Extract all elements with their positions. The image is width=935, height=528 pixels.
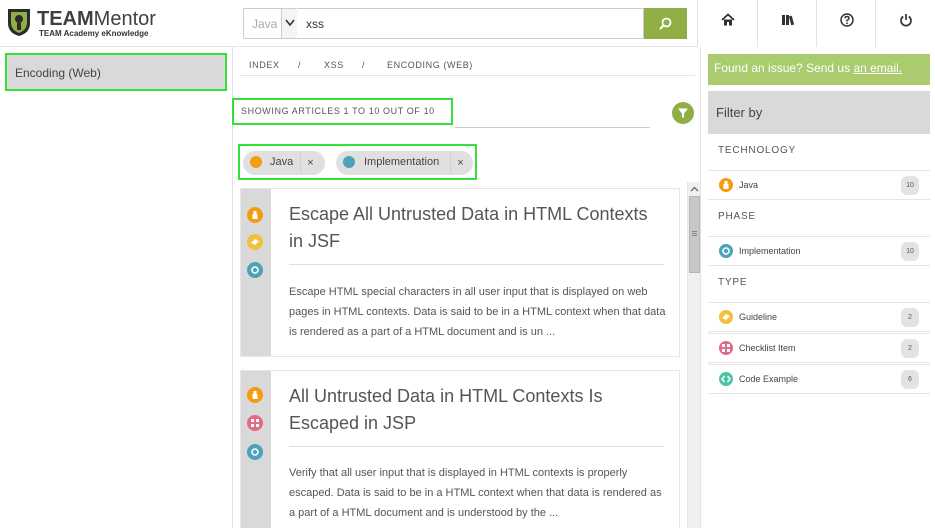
checklist-icon — [719, 341, 733, 355]
java-icon — [247, 387, 263, 403]
issue-banner: Found an issue? Send us an email. — [708, 54, 930, 85]
breadcrumb-xss[interactable]: XSS — [324, 60, 344, 70]
facet-item-guideline[interactable]: Guideline 2 — [708, 302, 930, 332]
breadcrumb: INDEX / XSS / ENCODING (WEB) — [240, 53, 695, 76]
results-summary: SHOWING ARTICLES 1 TO 10 OUT OF 10 — [232, 98, 453, 125]
active-filters: Java × Implementation × — [238, 144, 477, 180]
breadcrumb-separator: / — [362, 60, 366, 70]
facet-title-type: TYPE — [718, 277, 748, 288]
checklist-icon — [247, 415, 263, 431]
article-summary: Escape HTML special characters in all us… — [289, 286, 666, 338]
power-icon — [900, 14, 912, 27]
divider — [455, 127, 650, 128]
gear-icon — [719, 244, 733, 258]
article-type-rail — [241, 189, 271, 356]
article-card[interactable]: All Untrusted Data in HTML Contexts Is E… — [240, 370, 680, 528]
nav-help-button[interactable] — [816, 0, 876, 47]
language-select[interactable]: Java — [243, 8, 297, 39]
breadcrumb-index[interactable]: INDEX — [249, 60, 280, 70]
filter-toggle-button[interactable] — [672, 102, 694, 124]
java-icon — [250, 156, 262, 168]
filter-by-title: Filter by — [716, 105, 763, 120]
language-select-value: Java — [252, 17, 278, 31]
gear-icon — [247, 262, 263, 278]
facet-title-technology: TECHNOLOGY — [718, 145, 797, 156]
divider — [289, 446, 664, 447]
filter-chip-java: Java × — [243, 151, 325, 175]
article-card[interactable]: Escape All Untrusted Data in HTML Contex… — [240, 188, 680, 357]
results-summary-text: SHOWING ARTICLES 1 TO 10 OUT OF 10 — [241, 106, 435, 116]
filter-by-heading: Filter by — [708, 91, 930, 134]
app-root: TEAMMentor TEAM Academy eKnowledge Java — [0, 0, 935, 528]
scroll-up-arrow-icon[interactable] — [689, 184, 700, 195]
left-item-label: Encoding (Web) — [15, 66, 101, 80]
issue-banner-text: Found an issue? Send us an email. — [714, 61, 903, 75]
remove-filter-implementation-button[interactable]: × — [450, 153, 470, 173]
facet-title-phase: PHASE — [718, 211, 756, 222]
chevron-down-icon — [285, 19, 295, 27]
breadcrumb-separator: / — [298, 60, 302, 70]
facet-label: Code Example — [739, 374, 799, 384]
facet-count-badge: 10 — [901, 242, 919, 261]
logo-title: TEAMMentor — [37, 8, 156, 30]
filter-chip-label: Implementation — [364, 156, 440, 168]
language-dropdown-toggle[interactable] — [281, 9, 297, 38]
search-button[interactable] — [644, 8, 687, 39]
divider — [289, 264, 664, 265]
article-title[interactable]: All Untrusted Data in HTML Contexts Is E… — [289, 383, 664, 437]
remove-filter-java-button[interactable]: × — [300, 153, 320, 173]
logo-subtitle: TEAM Academy eKnowledge — [39, 29, 149, 38]
scroll-thumb[interactable] — [689, 196, 700, 273]
article-summary: Verify that all user input that is displ… — [289, 467, 662, 519]
search-bar: Java — [243, 8, 687, 39]
facet-count-badge: 2 — [901, 308, 919, 327]
facet-item-implementation[interactable]: Implementation 10 — [708, 236, 930, 266]
facet-count-badge: 6 — [901, 370, 919, 389]
filter-chip-implementation: Implementation × — [336, 151, 473, 175]
code-icon — [719, 372, 733, 386]
logo-shield-icon — [8, 9, 30, 36]
guideline-icon — [247, 234, 263, 250]
breadcrumb-encoding-web[interactable]: ENCODING (WEB) — [387, 60, 473, 70]
home-icon — [721, 13, 735, 26]
scroll-grip — [692, 231, 697, 232]
facet-label: Guideline — [739, 312, 778, 322]
java-icon — [247, 207, 263, 223]
facet-item-java[interactable]: Java 10 — [708, 170, 930, 200]
facet-item-code-example[interactable]: Code Example 6 — [708, 364, 930, 394]
guideline-icon — [719, 310, 733, 324]
article-title[interactable]: Escape All Untrusted Data in HTML Contex… — [289, 201, 664, 255]
article-type-rail — [241, 371, 271, 528]
facet-item-checklist[interactable]: Checklist Item 2 — [708, 333, 930, 363]
facet-count-badge: 10 — [901, 176, 919, 195]
results-scrollbar[interactable] — [687, 182, 700, 528]
nav-library-button[interactable] — [757, 0, 817, 47]
left-item-encoding-web[interactable]: Encoding (Web) — [5, 53, 227, 91]
left-panel: Encoding (Web) — [0, 47, 233, 528]
issue-email-link[interactable]: an email. — [853, 61, 902, 75]
facet-count-badge: 2 — [901, 339, 919, 358]
gear-icon — [343, 156, 355, 168]
logo[interactable]: TEAMMentor TEAM Academy eKnowledge — [6, 7, 231, 41]
library-icon — [782, 15, 795, 26]
java-icon — [719, 178, 733, 192]
search-input[interactable] — [297, 8, 644, 39]
help-icon — [840, 13, 854, 27]
top-header: TEAMMentor TEAM Academy eKnowledge Java — [0, 0, 935, 47]
funnel-icon — [678, 108, 688, 118]
facet-label: Java — [739, 180, 759, 190]
filter-chip-label: Java — [270, 156, 294, 168]
facet-label: Implementation — [739, 246, 801, 256]
right-panel: Found an issue? Send us an email. Filter… — [700, 47, 935, 528]
nav-logout-button[interactable] — [875, 0, 935, 47]
facet-label: Checklist Item — [739, 343, 796, 353]
search-icon — [659, 17, 672, 30]
gear-icon — [247, 444, 263, 460]
nav-home-button[interactable] — [697, 0, 757, 47]
